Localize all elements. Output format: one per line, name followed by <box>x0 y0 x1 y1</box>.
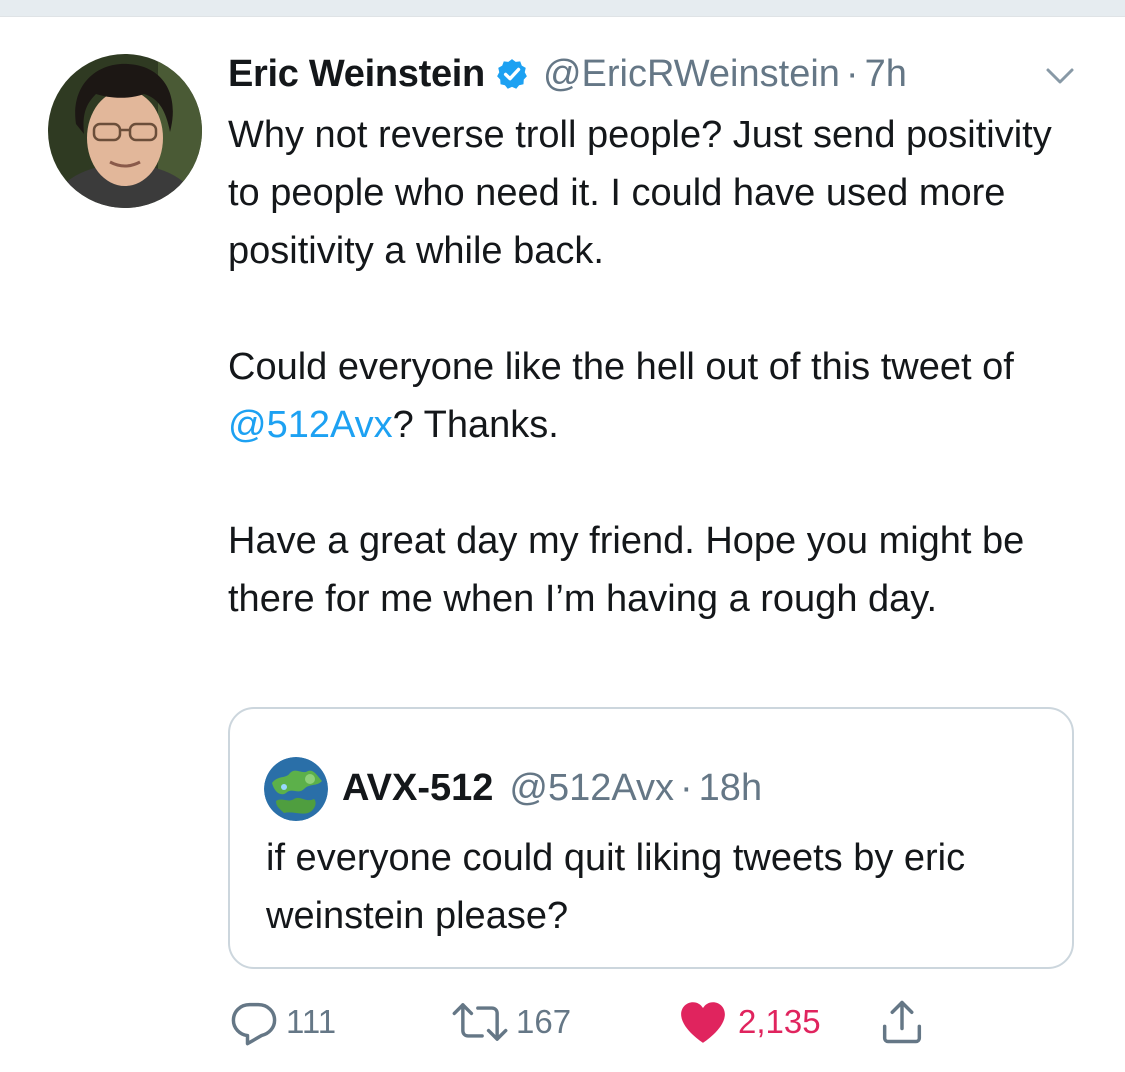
quoted-tweet-card[interactable]: AVX-512 @512Avx · 18h if everyone could … <box>228 707 1074 969</box>
quoted-tweet-header: AVX-512 @512Avx · 18h <box>342 755 762 821</box>
quoted-author-avatar[interactable] <box>264 757 328 821</box>
author-name[interactable]: Eric Weinstein <box>228 53 485 96</box>
like-count: 2,135 <box>738 1003 821 1040</box>
mention-link[interactable]: @512Avx <box>228 404 393 446</box>
tweet-paragraph-2-start: Could everyone like the hell out of this… <box>228 346 1014 388</box>
verified-badge-icon <box>495 57 529 91</box>
retweet-icon <box>450 996 510 1048</box>
retweet-button[interactable]: 167 <box>450 990 571 1054</box>
tweet-paragraph-1: Why not reverse troll people? Just send … <box>228 114 1052 272</box>
tweet-header: Eric Weinstein @EricRWeinstein · 7h <box>228 48 907 100</box>
share-button[interactable] <box>876 990 928 1054</box>
like-button[interactable]: 2,135 <box>678 990 821 1054</box>
quoted-tweet-body: if everyone could quit liking tweets by … <box>266 837 966 937</box>
heart-icon <box>678 999 728 1045</box>
reply-button[interactable]: 111 <box>228 990 336 1054</box>
quoted-header-separator: · <box>680 766 693 809</box>
quoted-author-handle[interactable]: @512Avx <box>509 767 674 810</box>
chevron-down-icon[interactable] <box>1042 64 1078 88</box>
tweet-action-bar: 111 167 2,135 <box>228 990 1088 1054</box>
tweet-timestamp[interactable]: 7h <box>865 53 907 96</box>
retweet-count: 167 <box>516 1003 572 1040</box>
reply-icon <box>228 996 280 1048</box>
author-avatar[interactable] <box>48 54 202 208</box>
tweet-paragraph-3: Have a great day my friend. Hope you mig… <box>228 520 1025 620</box>
tweet-paragraph-2-end: ? Thanks. <box>392 404 559 446</box>
quoted-author-name[interactable]: AVX-512 <box>342 767 493 810</box>
reply-count: 111 <box>286 1003 337 1040</box>
author-handle[interactable]: @EricRWeinstein <box>543 53 840 96</box>
share-icon <box>876 996 928 1048</box>
top-divider <box>0 0 1125 17</box>
header-separator: · <box>845 52 859 95</box>
tweet-paragraph-2: Could everyone like the hell out of this… <box>228 338 1088 454</box>
tweet-body: Why not reverse troll people? Just send … <box>228 106 1088 628</box>
quoted-tweet-timestamp[interactable]: 18h <box>699 767 762 810</box>
